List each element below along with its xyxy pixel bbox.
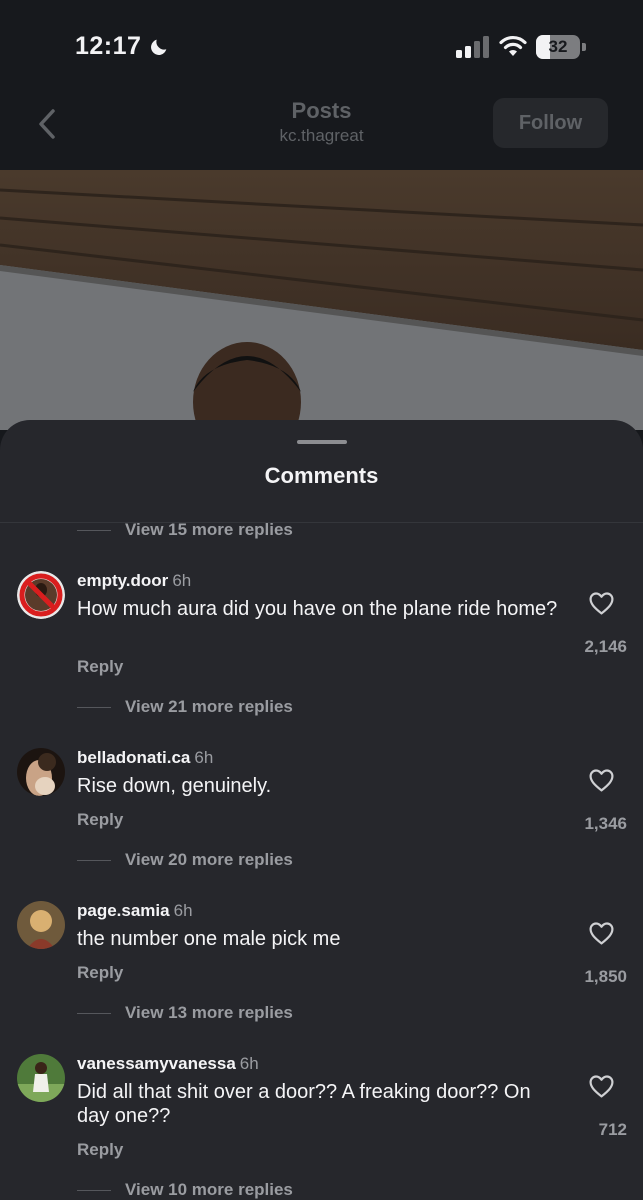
comment-item: vanessamyvanessa 6h Did all that shit ove… xyxy=(0,1054,643,1200)
view-more-replies-button[interactable]: View 10 more replies xyxy=(77,1179,293,1200)
comment-time: 6h xyxy=(194,748,214,767)
comment-item: empty.door 6h How much aura did you have … xyxy=(0,571,643,721)
avatar[interactable] xyxy=(17,748,65,796)
heart-outline-icon[interactable] xyxy=(588,768,615,792)
moon-icon xyxy=(151,39,167,55)
comment-username[interactable]: belladonati.ca xyxy=(77,748,190,767)
comments-title: Comments xyxy=(264,463,379,488)
like-count: 2,146 xyxy=(584,637,627,656)
comment-text: the number one male pick me xyxy=(77,928,341,950)
comment-username[interactable]: page.samia xyxy=(77,901,170,920)
comment-text: Did all that shit over a door?? A freaki… xyxy=(77,1081,531,1127)
status-bar: 12:17 32 xyxy=(0,0,643,90)
nav-header: Posts kc.thagreat Follow xyxy=(0,90,643,170)
post-image xyxy=(0,170,643,430)
reply-button[interactable]: Reply xyxy=(77,657,123,677)
comment-text: How much aura did you have on the plane … xyxy=(77,598,558,620)
status-time: 12:17 xyxy=(75,32,142,60)
heart-outline-icon[interactable] xyxy=(588,591,615,615)
comment-time: 6h xyxy=(239,1054,259,1073)
comment-username[interactable]: empty.door xyxy=(77,571,168,590)
view-more-replies-button[interactable]: View 20 more replies xyxy=(77,849,293,871)
heart-outline-icon[interactable] xyxy=(588,921,615,945)
battery-indicator: 32 xyxy=(536,35,586,59)
comment-item: page.samia 6h the number one male pick me… xyxy=(0,901,643,1031)
post-photo[interactable] xyxy=(0,170,643,430)
battery-percent: 32 xyxy=(548,37,568,56)
reply-button[interactable]: Reply xyxy=(77,963,123,983)
like-count: 1,850 xyxy=(584,967,627,986)
comment-text: Rise down, genuinely. xyxy=(77,775,272,797)
follow-button[interactable]: Follow xyxy=(493,98,608,148)
comment-item: belladonati.ca 6h Rise down, genuinely. R… xyxy=(0,748,643,878)
reply-button[interactable]: Reply xyxy=(77,1140,123,1160)
sheet-drag-handle[interactable] xyxy=(297,440,347,444)
wifi-icon xyxy=(499,35,527,56)
comments-sheet: Comments View 15 more replies empty.door… xyxy=(0,420,643,1200)
cellular-signal-icon xyxy=(456,36,489,58)
view-more-replies-button[interactable]: View 21 more replies xyxy=(77,696,293,718)
heart-outline-icon[interactable] xyxy=(588,1074,615,1098)
avatar[interactable] xyxy=(17,901,65,949)
comment-username[interactable]: vanessamyvanessa xyxy=(77,1054,236,1073)
view-more-replies-button[interactable]: View 13 more replies xyxy=(77,1002,293,1024)
like-count: 712 xyxy=(598,1120,627,1139)
avatar[interactable] xyxy=(17,571,65,619)
avatar[interactable] xyxy=(17,1054,65,1102)
view-more-replies-button[interactable]: View 15 more replies xyxy=(77,519,293,541)
reply-button[interactable]: Reply xyxy=(77,810,123,830)
comment-time: 6h xyxy=(173,901,193,920)
comment-time: 6h xyxy=(172,571,192,590)
like-count: 1,346 xyxy=(584,814,627,833)
